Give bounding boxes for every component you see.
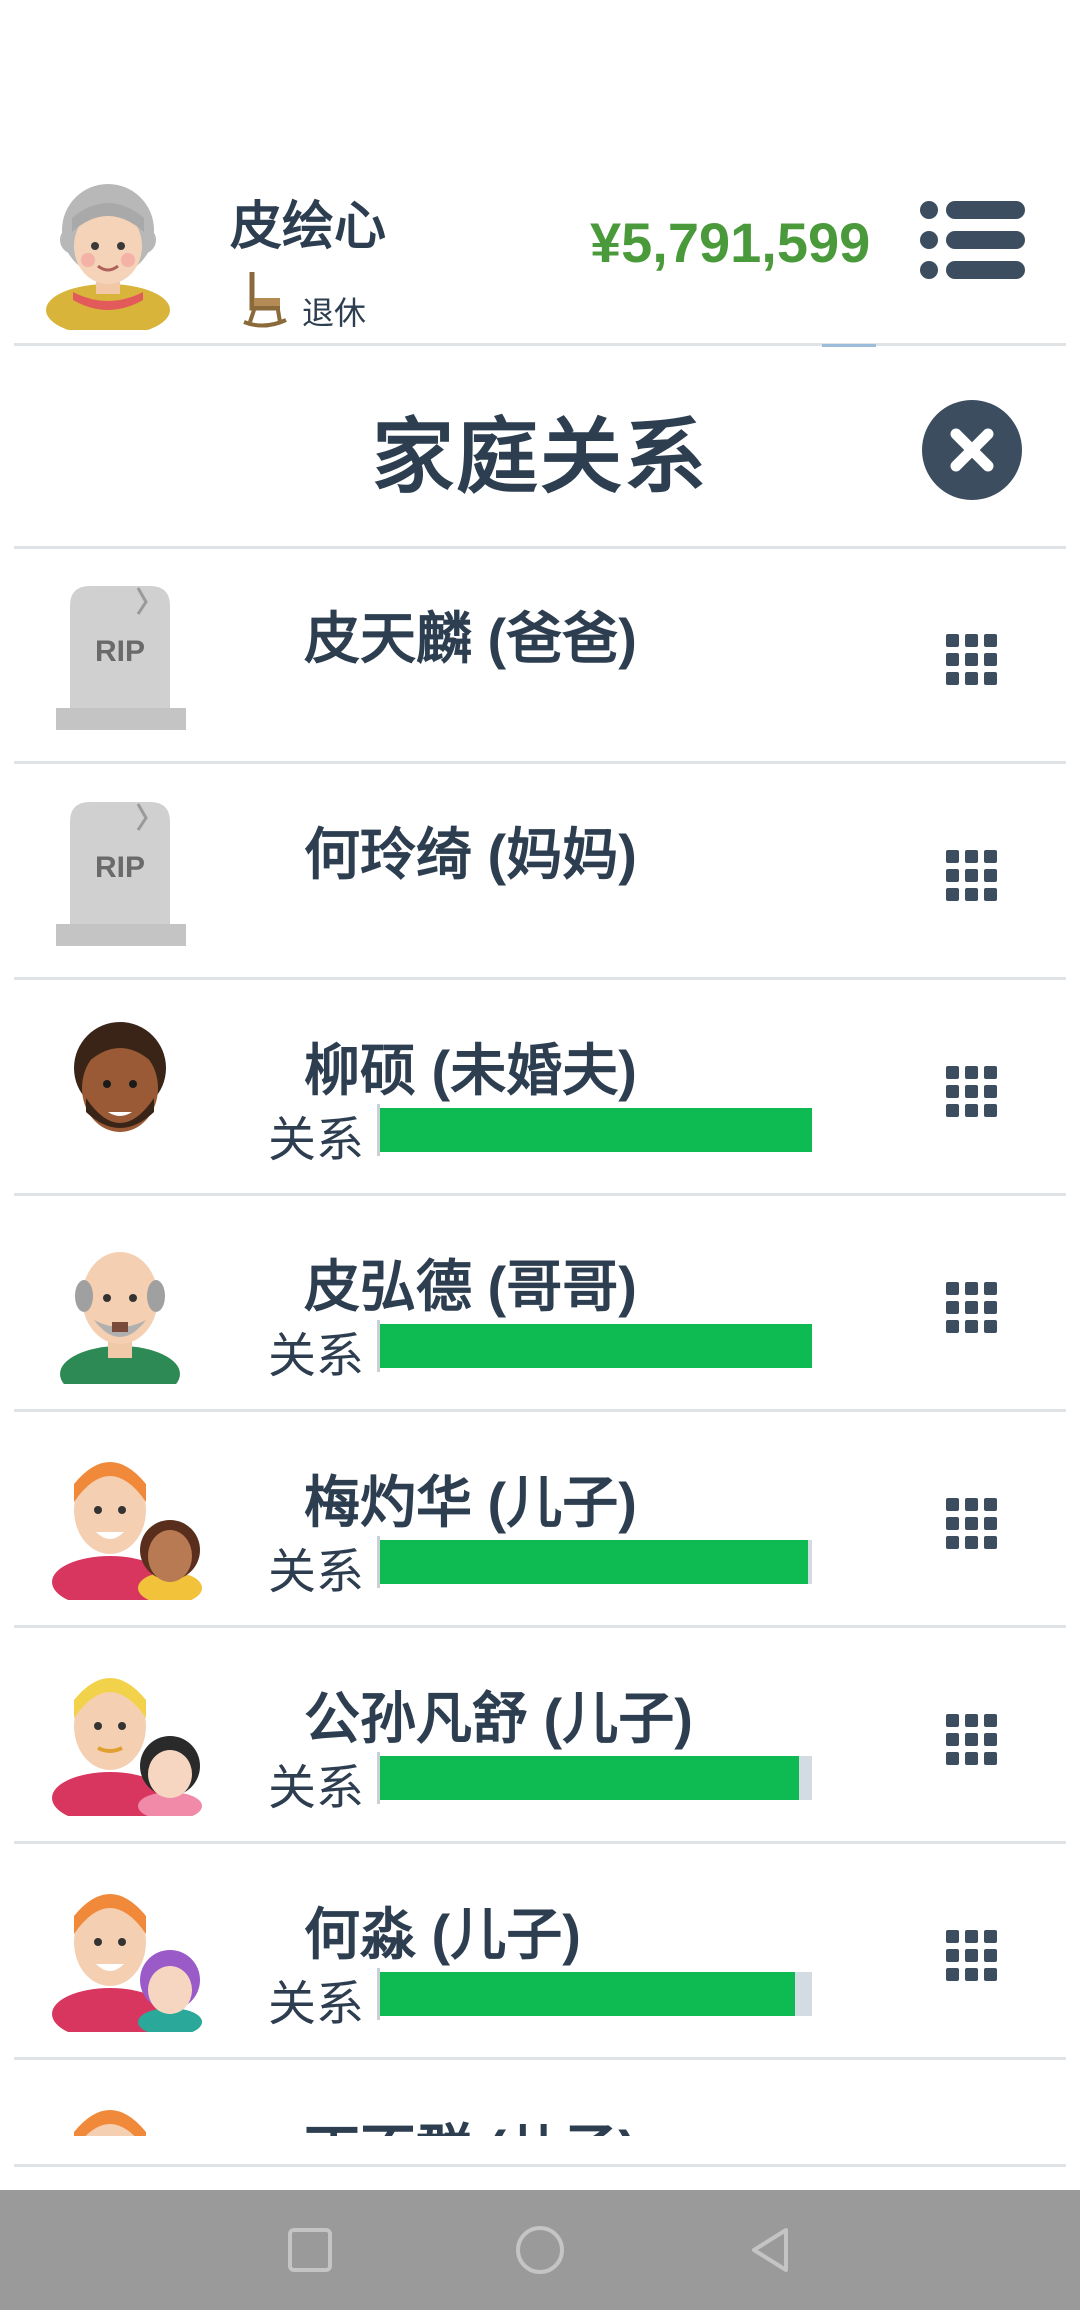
- list-item[interactable]: RIP 何玲绮 (妈妈): [0, 764, 1080, 980]
- couple-avatar: [52, 1462, 202, 1600]
- close-button[interactable]: [922, 400, 1022, 500]
- bar-start-cap: [377, 1968, 380, 2020]
- bar-start-cap: [377, 1104, 380, 1156]
- relative-name: 梅灼华 (儿子): [304, 1471, 637, 1534]
- relationship-bar-fill: [379, 1108, 812, 1152]
- relative-name: 公孙凡舒 (儿子): [304, 1687, 693, 1750]
- grandmother-avatar[interactable]: [38, 160, 178, 330]
- svg-text:RIP: RIP: [95, 635, 145, 668]
- bearded-man-avatar: [74, 1022, 166, 1132]
- relationship-bar: [377, 1968, 812, 2020]
- relationship-bar: [377, 1536, 812, 1588]
- grid-menu-icon[interactable]: [946, 1066, 998, 1118]
- relationship-label: 关系: [268, 1330, 365, 1383]
- grid-menu-icon[interactable]: [946, 1930, 998, 1982]
- square-icon[interactable]: [280, 2220, 340, 2280]
- list-menu-icon[interactable]: [920, 200, 1025, 280]
- couple-avatar: [52, 1894, 202, 2032]
- relative-name: 皮天麟 (爸爸): [304, 607, 637, 670]
- svg-text:RIP: RIP: [95, 851, 145, 884]
- bar-start-cap: [377, 1752, 380, 1804]
- grid-menu-icon[interactable]: [946, 850, 998, 902]
- relationship-label: 关系: [268, 1114, 365, 1167]
- list-bottom-divider: [14, 2164, 1066, 2167]
- relative-name: 柳硕 (未婚夫): [304, 1039, 637, 1102]
- career-status: 退休: [302, 295, 367, 331]
- list-item[interactable]: 梅灼华 (儿子) 关系: [0, 1412, 1080, 1628]
- grid-menu-icon[interactable]: [946, 1282, 998, 1334]
- system-navigation-bar: [0, 2190, 1080, 2310]
- relative-name: 何玲绮 (妈妈): [304, 823, 637, 886]
- circle-icon[interactable]: [510, 2220, 570, 2280]
- bar-start-cap: [377, 1320, 380, 1372]
- relationship-bar-fill: [379, 1972, 795, 2016]
- relationship-label: 关系: [268, 1978, 365, 2031]
- scroll-indicator: [822, 344, 876, 347]
- relationship-label: 关系: [268, 1762, 365, 1815]
- list-item[interactable]: 丁不群 (儿子): [0, 2060, 1080, 2136]
- relationship-label: 关系: [268, 1546, 365, 1599]
- list-item[interactable]: 柳硕 (未婚夫) 关系: [0, 980, 1080, 1196]
- list-item[interactable]: 何淼 (儿子) 关系: [0, 1844, 1080, 2060]
- relationship-bar: [377, 1752, 812, 1804]
- relationship-bar: [377, 1320, 812, 1372]
- couple-avatar: [52, 1678, 202, 1816]
- relationship-bar-fill: [379, 1540, 808, 1584]
- list-item[interactable]: 公孙凡舒 (儿子) 关系: [0, 1628, 1080, 1844]
- header-divider: [14, 343, 1066, 346]
- list-item[interactable]: RIP 皮天麟 (爸爸): [0, 548, 1080, 764]
- old-man-avatar: [60, 1252, 180, 1384]
- close-icon: [950, 428, 994, 472]
- list-item[interactable]: 皮弘德 (哥哥) 关系: [0, 1196, 1080, 1412]
- relationship-bar-fill: [379, 1756, 799, 1800]
- tombstone-icon: RIP: [56, 802, 186, 946]
- relative-name: 何淼 (儿子): [304, 1903, 581, 1966]
- grid-menu-icon[interactable]: [946, 1498, 998, 1550]
- grid-menu-icon[interactable]: [946, 1714, 998, 1766]
- money-balance: ¥5,791,599: [590, 211, 871, 274]
- relative-name: 丁不群 (儿子): [304, 2106, 637, 2136]
- triangle-back-icon[interactable]: [740, 2220, 800, 2280]
- relationship-bar-fill: [379, 1324, 812, 1368]
- bar-start-cap: [377, 1536, 380, 1588]
- couple-avatar: [74, 2110, 146, 2136]
- player-header: 皮绘心 退休 ¥5,791,599: [0, 150, 1080, 345]
- player-name: 皮绘心: [230, 198, 387, 256]
- tombstone-icon: RIP: [56, 586, 186, 730]
- rocking-chair-icon: [243, 272, 287, 328]
- relative-name: 皮弘德 (哥哥): [304, 1255, 637, 1318]
- relationship-bar: [377, 1104, 812, 1156]
- relatives-list[interactable]: RIP 皮天麟 (爸爸) RIP 何玲绮 (妈妈) 柳硕 (未婚夫) 关系 皮弘…: [0, 548, 1080, 2136]
- grid-menu-icon[interactable]: [946, 634, 998, 686]
- panel-title: 家庭关系: [371, 412, 708, 503]
